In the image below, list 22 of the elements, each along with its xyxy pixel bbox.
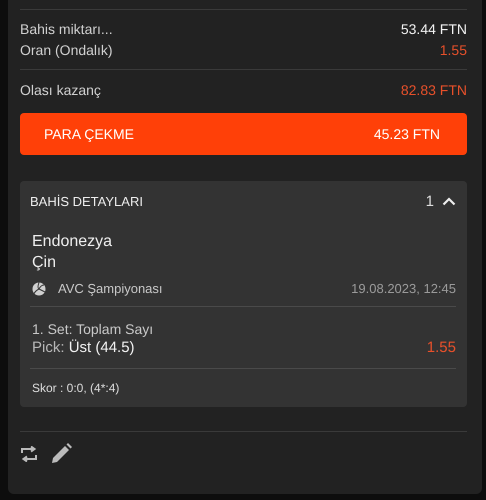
odds-value: 1.55 [426, 339, 456, 356]
pick-label: Pick: [32, 339, 65, 356]
score-text: Skor : 0:0, (4*:4) [32, 381, 120, 395]
potential-value: 82.83 FTN [400, 82, 467, 99]
bet-count: 1 [426, 192, 434, 210]
volleyball-icon [32, 282, 46, 296]
details-title: BAHİS DETAYLARI [30, 194, 143, 208]
cashout-button[interactable]: PARA ÇEKME 45.23 FTN [20, 113, 467, 155]
team-name: Endonezya [31, 232, 114, 252]
team-name: Çin [31, 253, 58, 273]
summary-value: 1.55 [440, 42, 467, 59]
chevron-icon[interactable] [442, 196, 456, 206]
league-name: AVC Şampiyonası [58, 281, 163, 296]
market-name: 1. Set: Toplam Sayı [32, 320, 154, 339]
summary-label: Oran (Ondalık) [20, 42, 113, 59]
pick-value: Üst (44.5) [68, 339, 135, 356]
summary-value: 53.44 FTN [400, 21, 467, 38]
potential-label: Olası kazanç [20, 82, 101, 99]
repeat-icon[interactable] [20, 446, 38, 462]
event-datetime: 19.08.2023, 12:45 [351, 281, 456, 296]
summary-label: Bahis miktarı... [20, 21, 113, 38]
pencil-icon[interactable] [50, 443, 72, 465]
